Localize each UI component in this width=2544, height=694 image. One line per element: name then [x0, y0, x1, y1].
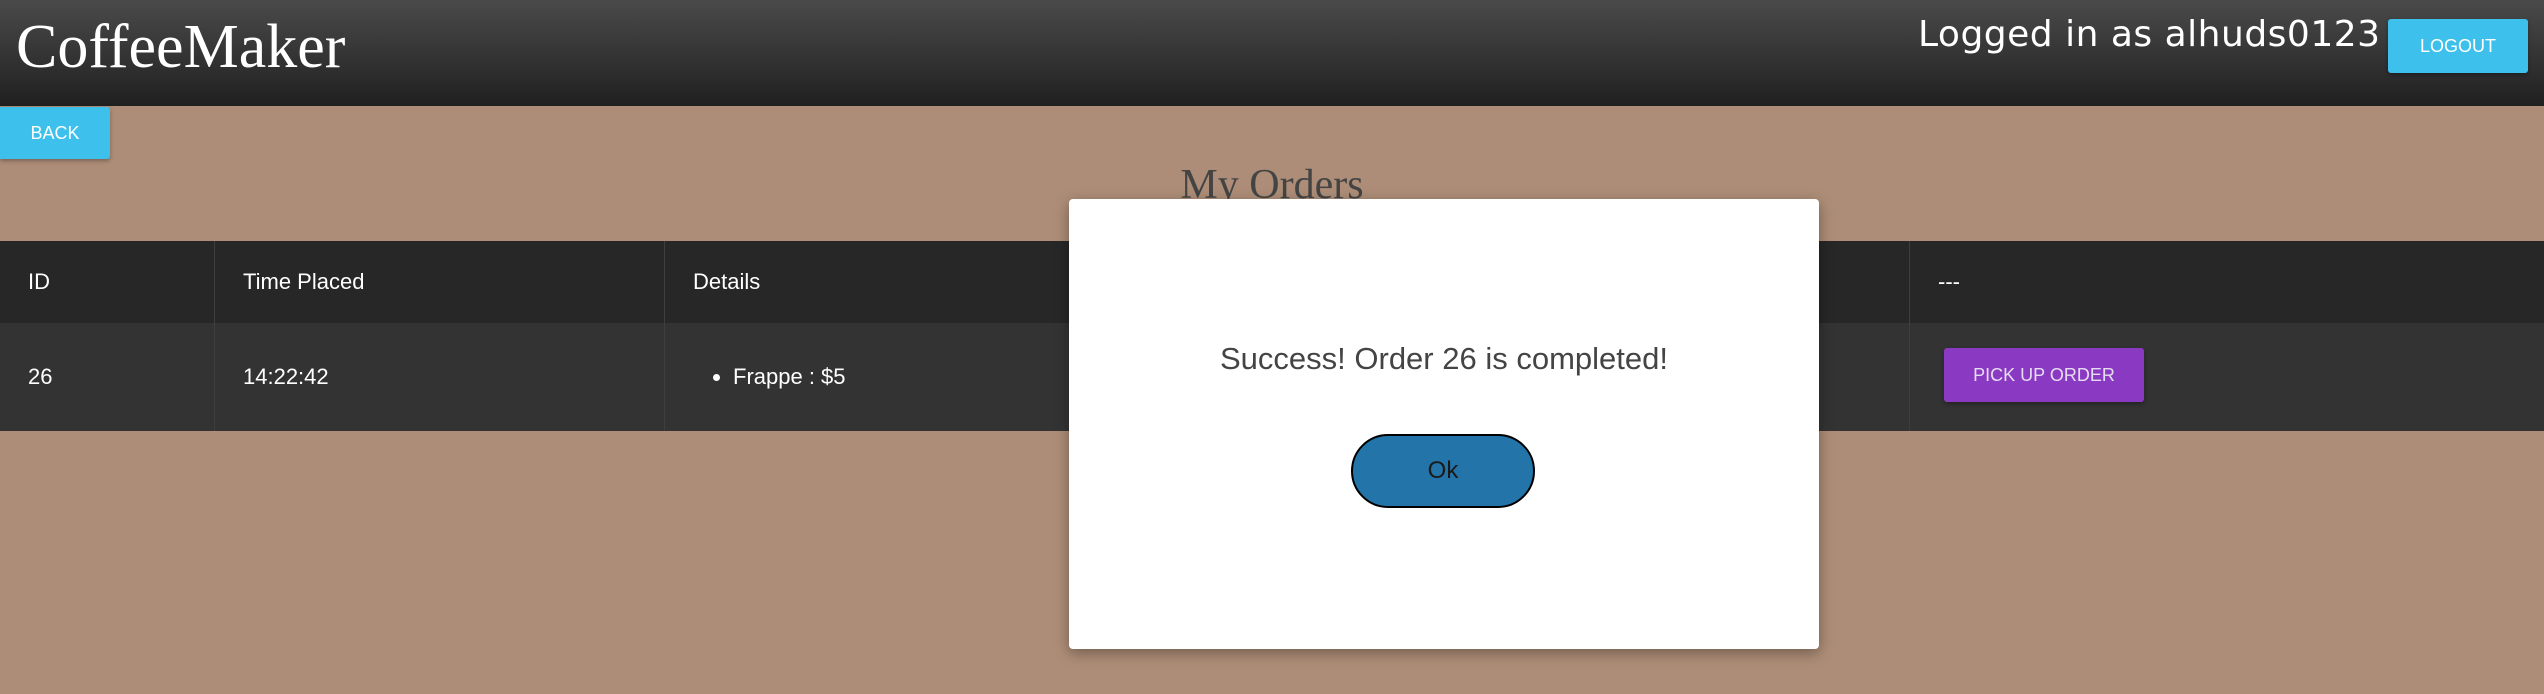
header-cell-time: Time Placed [215, 241, 665, 323]
logged-in-status: Logged in as alhuds0123 [1918, 14, 2381, 55]
header-cell-action: --- [1910, 241, 2544, 323]
header-time-placed: Time Placed [243, 269, 365, 294]
cell-id: 26 [0, 323, 215, 431]
top-navbar: CoffeeMaker Logged in as alhuds0123 LOGO… [0, 0, 2544, 106]
order-id: 26 [28, 364, 53, 389]
modal-message: Success! Order 26 is completed! [1220, 341, 1668, 376]
cell-time: 14:22:42 [215, 323, 665, 431]
order-details-list: Frappe : $5 [733, 364, 846, 390]
pick-up-order-button[interactable]: PICK UP ORDER [1944, 348, 2144, 402]
brand-title: CoffeeMaker [16, 13, 346, 81]
ok-button[interactable]: Ok [1351, 434, 1535, 508]
header-cell-id: ID [0, 241, 215, 323]
header-action: --- [1938, 269, 1960, 294]
header-details: Details [693, 269, 761, 294]
cell-action: PICK UP ORDER [1910, 323, 2544, 431]
order-time: 14:22:42 [243, 364, 329, 389]
header-id: ID [28, 269, 50, 294]
success-modal: Success! Order 26 is completed! Ok [1069, 199, 1819, 649]
order-detail-item: Frappe : $5 [733, 364, 846, 390]
logout-button[interactable]: LOGOUT [2388, 19, 2528, 73]
back-button[interactable]: BACK [0, 107, 110, 159]
